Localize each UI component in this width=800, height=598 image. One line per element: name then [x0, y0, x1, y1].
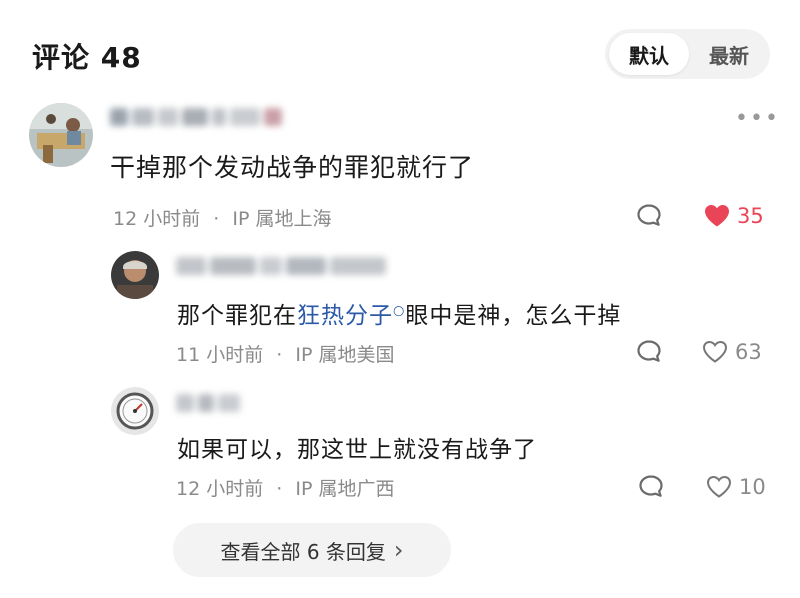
like-button[interactable]: 10 [705, 474, 766, 499]
reply-meta: 12 小时前 · IP 属地广西 [176, 474, 394, 501]
chevron-right-icon: › [393, 536, 404, 564]
heart-outline-icon [706, 475, 732, 498]
reply-ip: IP 属地美国 [295, 344, 395, 366]
reply-bubble-icon[interactable] [638, 474, 664, 502]
reply-bubble-icon[interactable] [636, 203, 662, 231]
like-button[interactable]: 35 [703, 203, 764, 228]
meta-separator: · [276, 344, 283, 366]
like-count: 63 [735, 339, 762, 364]
reply-text: 那个罪犯在狂热分子○眼中是神，怎么干掉 [177, 296, 621, 330]
avatar[interactable] [111, 387, 159, 435]
comment-time: 12 小时前 [113, 208, 201, 230]
username-blurred[interactable] [176, 255, 386, 277]
comments-title: 评论 48 [32, 41, 142, 74]
reply-text-after: 眼中是神，怎么干掉 [405, 303, 622, 329]
like-count: 10 [739, 474, 766, 499]
sort-toggle: 默认 最新 [605, 29, 770, 79]
keyword-link[interactable]: 狂热分子 [297, 303, 393, 329]
view-all-replies-button[interactable]: 查看全部 6 条回复 › [173, 523, 451, 577]
meta-separator: · [213, 208, 220, 230]
comment-meta: 12 小时前 · IP 属地上海 [113, 204, 331, 231]
username-blurred[interactable] [110, 106, 282, 128]
reply-time: 11 小时前 [176, 344, 264, 366]
reply-time: 12 小时前 [176, 478, 264, 500]
reply-meta: 11 小时前 · IP 属地美国 [176, 340, 394, 367]
reply-text-before: 那个罪犯在 [177, 303, 297, 329]
comment-ip: IP 属地上海 [232, 208, 332, 230]
like-button[interactable]: 63 [701, 339, 762, 364]
view-all-replies-label: 查看全部 6 条回复 [220, 539, 386, 564]
heart-outline-icon [702, 340, 728, 363]
search-icon: ○ [393, 303, 406, 319]
reply-ip: IP 属地广西 [295, 478, 395, 500]
reply-text: 如果可以，那这世上就没有战争了 [177, 437, 537, 463]
more-dots-icon[interactable]: ••• [735, 106, 780, 131]
avatar[interactable] [29, 103, 93, 167]
sort-latest-tab[interactable]: 最新 [691, 33, 767, 75]
avatar[interactable] [111, 251, 159, 299]
username-blurred[interactable] [176, 392, 240, 414]
reply-bubble-icon[interactable] [636, 339, 662, 367]
heart-filled-icon [705, 205, 729, 227]
comment-text: 干掉那个发动战争的罪犯就行了 [110, 153, 475, 182]
like-count: 35 [737, 203, 764, 228]
meta-separator: · [276, 478, 283, 500]
sort-default-tab[interactable]: 默认 [609, 33, 689, 75]
